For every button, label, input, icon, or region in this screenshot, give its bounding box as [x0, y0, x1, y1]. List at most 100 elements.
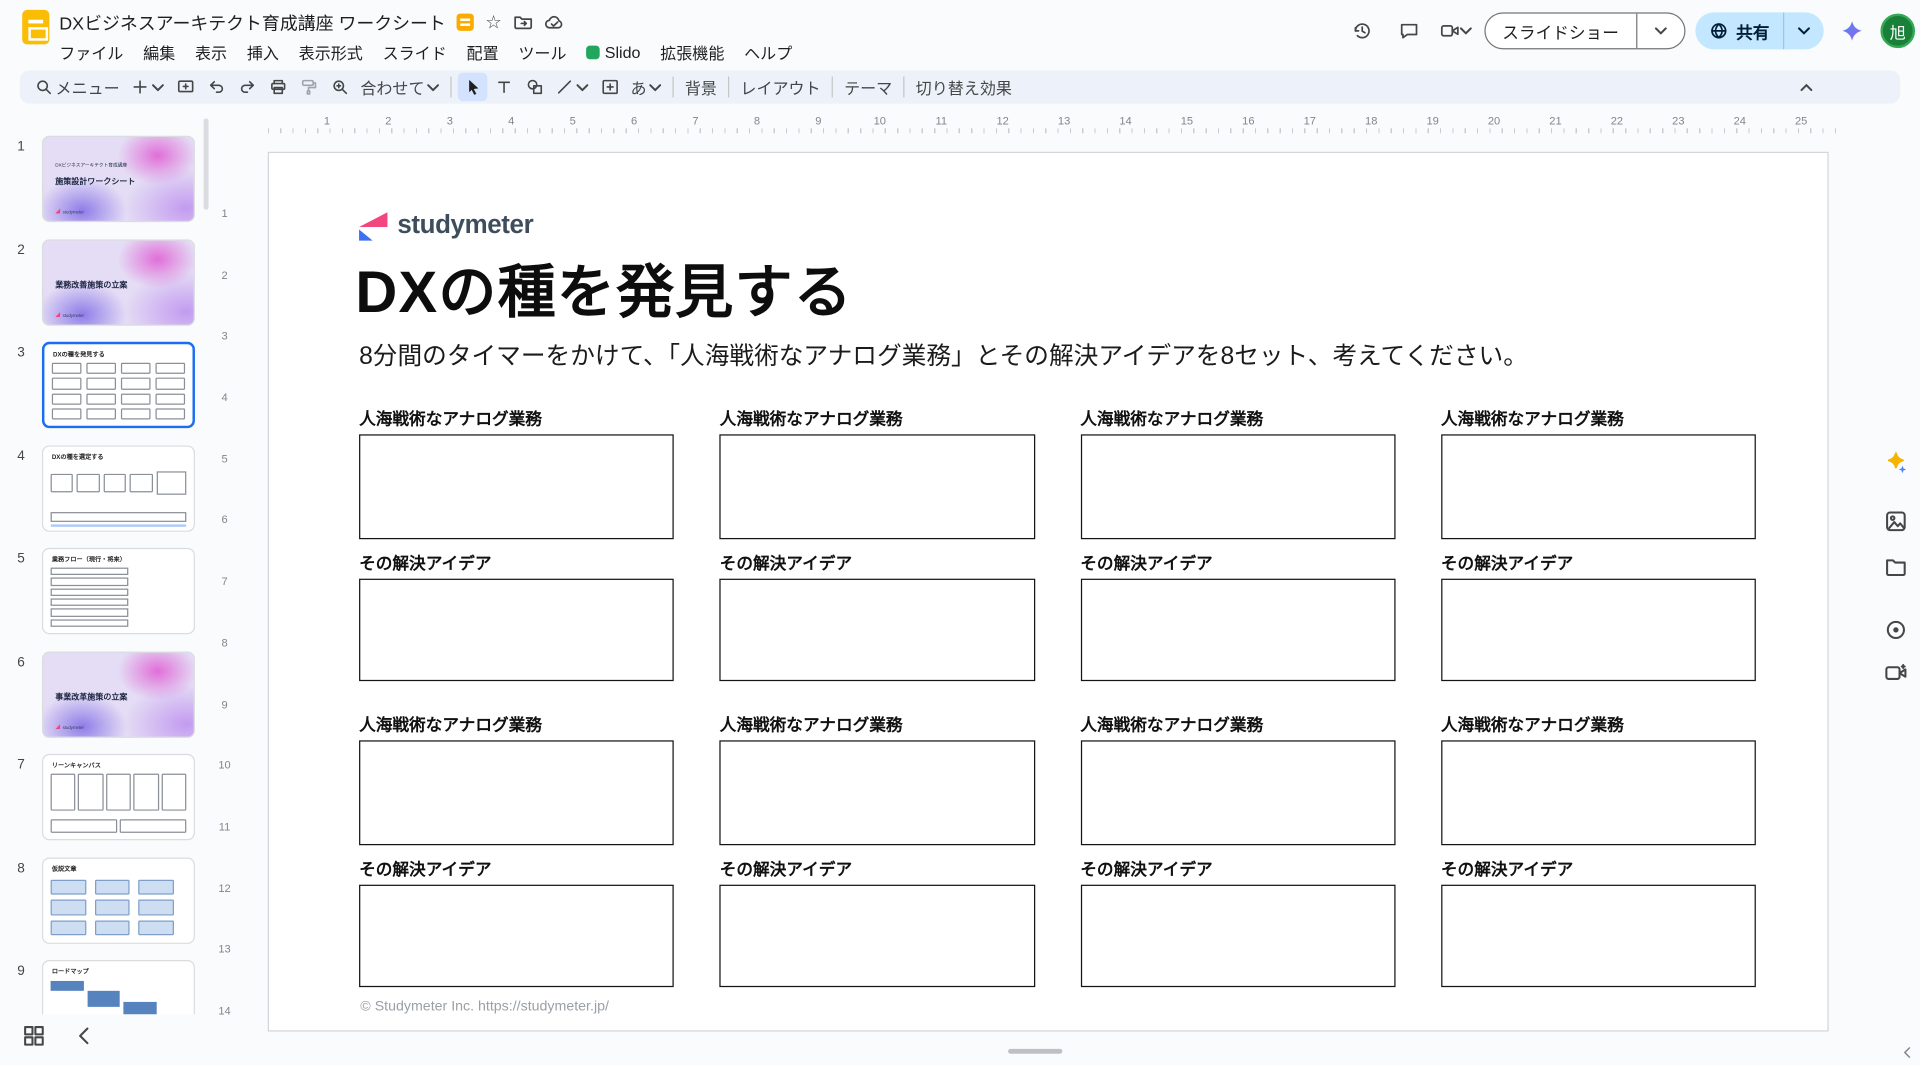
thumbnail-preview[interactable]: 仮説文章	[42, 858, 195, 944]
thumbnail-preview[interactable]: 業務改善施策の立案 studymeter	[42, 239, 195, 325]
collapse-toolbar-button[interactable]	[1792, 73, 1822, 101]
problem-label[interactable]: 人海戦術なアナログ業務	[359, 711, 674, 736]
slide-thumbnail-5[interactable]: 5 業務フロー（現行・将来）	[0, 548, 205, 634]
thumbnail-preview[interactable]: DXビジネスアーキテクト育成講座 施策設計ワークシート studymeter	[42, 136, 195, 222]
share-options-button[interactable]	[1784, 12, 1823, 49]
line-tool-button[interactable]	[550, 73, 593, 101]
slide-thumbnail-1[interactable]: 1 DXビジネスアーキテクト育成講座 施策設計ワークシート studymeter	[0, 136, 205, 222]
idea-input-box[interactable]	[1080, 579, 1395, 681]
redo-button[interactable]	[232, 73, 262, 101]
text-box-tool-button[interactable]	[489, 73, 519, 101]
idea-label[interactable]: その解決アイデア	[359, 549, 674, 574]
menu-tools[interactable]: ツール	[509, 38, 577, 66]
idea-input-box[interactable]	[1080, 885, 1395, 987]
problem-input-box[interactable]	[1441, 434, 1756, 539]
doc-status-badge-icon[interactable]	[457, 14, 474, 31]
select-tool-button[interactable]	[458, 73, 488, 101]
menu-insert[interactable]: 挿入	[237, 38, 289, 66]
idea-input-box[interactable]	[359, 885, 674, 987]
new-slide-button[interactable]	[126, 73, 169, 101]
search-menus-button[interactable]: メニュー	[30, 73, 125, 101]
version-history-button[interactable]	[1343, 12, 1380, 49]
camera-rail-button[interactable]	[1878, 655, 1913, 690]
menu-slido[interactable]: Slido	[576, 41, 650, 64]
menu-view[interactable]: 表示	[185, 38, 237, 66]
insert-image-button[interactable]	[595, 73, 625, 101]
slide-thumbnail-7[interactable]: 7 リーンキャンバス	[0, 754, 205, 840]
idea-label[interactable]: その解決アイデア	[1080, 855, 1395, 880]
problem-input-box[interactable]	[720, 740, 1035, 845]
new-slide-layout-button[interactable]	[170, 73, 200, 101]
paint-format-button[interactable]	[294, 73, 324, 101]
slide-thumbnail-3[interactable]: 3 DXの種を発見する	[0, 342, 205, 428]
slide-thumbnail-6[interactable]: 6 事業改革施策の立案 studymeter	[0, 651, 205, 737]
google-slides-icon[interactable]	[22, 10, 49, 45]
idea-input-box[interactable]	[720, 885, 1035, 987]
problem-label[interactable]: 人海戦術なアナログ業務	[1080, 711, 1395, 736]
zoom-fit-select[interactable]: 合わせて	[355, 73, 444, 101]
menu-edit[interactable]: 編集	[133, 38, 185, 66]
theme-button[interactable]: テーマ	[839, 73, 897, 101]
problem-input-box[interactable]	[1441, 740, 1756, 845]
thumbnail-preview[interactable]: ロードマップ	[42, 960, 195, 1014]
meet-button[interactable]	[1437, 12, 1474, 49]
horizontal-scrollbar[interactable]	[1008, 1049, 1062, 1054]
menu-arrange[interactable]: 配置	[457, 38, 509, 66]
slide-footer[interactable]: © Studymeter Inc. https://studymeter.jp/	[360, 999, 609, 1014]
idea-input-box[interactable]	[359, 579, 674, 681]
thumbnail-preview-selected[interactable]: DXの種を発見する	[42, 342, 195, 428]
menu-help[interactable]: ヘルプ	[734, 38, 802, 66]
slide-thumbnail-9[interactable]: 9 ロードマップ	[0, 960, 205, 1014]
problem-label[interactable]: 人海戦術なアナログ業務	[720, 711, 1035, 736]
background-button[interactable]: 背景	[680, 73, 722, 101]
comments-button[interactable]	[1390, 12, 1427, 49]
insert-image-rail-button[interactable]	[1878, 503, 1913, 538]
idea-label[interactable]: その解決アイデア	[1441, 549, 1756, 574]
avatar[interactable]: 旭	[1880, 14, 1915, 49]
shape-tool-button[interactable]	[520, 73, 550, 101]
menu-slide[interactable]: スライド	[373, 38, 457, 66]
thumbnail-preview[interactable]: 業務フロー（現行・将来）	[42, 548, 195, 634]
idea-label[interactable]: その解決アイデア	[359, 855, 674, 880]
menu-extensions[interactable]: 拡張機能	[650, 38, 734, 66]
idea-label[interactable]: その解決アイデア	[720, 549, 1035, 574]
problem-input-box[interactable]	[720, 434, 1035, 539]
print-button[interactable]	[263, 73, 293, 101]
problem-label[interactable]: 人海戦術なアナログ業務	[1441, 711, 1756, 736]
problem-input-box[interactable]	[359, 434, 674, 539]
undo-button[interactable]	[201, 73, 231, 101]
idea-label[interactable]: その解決アイデア	[1080, 549, 1395, 574]
thumbnail-preview[interactable]: リーンキャンバス	[42, 754, 195, 840]
filmstrip-scrollbar[interactable]	[204, 118, 209, 209]
gemini-button[interactable]	[1834, 12, 1871, 49]
idea-input-box[interactable]	[1441, 579, 1756, 681]
studymeter-logo[interactable]: studymeter	[357, 210, 534, 242]
idea-label[interactable]: その解決アイデア	[1441, 855, 1756, 880]
idea-input-box[interactable]	[720, 579, 1035, 681]
problem-label[interactable]: 人海戦術なアナログ業務	[1441, 405, 1756, 430]
problem-label[interactable]: 人海戦術なアナログ業務	[359, 405, 674, 430]
thumbnail-preview[interactable]: 事業改革施策の立案 studymeter	[42, 651, 195, 737]
problem-label[interactable]: 人海戦術なアナログ業務	[1080, 405, 1395, 430]
input-tools-button[interactable]: あ	[626, 73, 667, 101]
layout-button[interactable]: レイアウト	[735, 73, 825, 101]
thumbnail-preview[interactable]: DXの種を選定する	[42, 445, 195, 531]
problem-label[interactable]: 人海戦術なアナログ業務	[720, 405, 1035, 430]
side-panel-collapse-button[interactable]	[1900, 1044, 1915, 1065]
problem-input-box[interactable]	[1080, 740, 1395, 845]
menu-format[interactable]: 表示形式	[289, 38, 373, 66]
star-icon[interactable]: ☆	[485, 13, 502, 32]
slide-thumbnail-2[interactable]: 2 業務改善施策の立案 studymeter	[0, 239, 205, 325]
slide-thumbnail-4[interactable]: 4 DXの種を選定する	[0, 445, 205, 531]
doc-title[interactable]: DXビジネスアーキテクト育成講座 ワークシート	[59, 9, 446, 35]
transition-button[interactable]: 切り替え効果	[911, 73, 1017, 101]
grid-view-button[interactable]	[22, 1024, 45, 1054]
slide-canvas[interactable]: studymeter DXの種を発見する 8分間のタイマーをかけて、「人海戦術な…	[268, 152, 1829, 1032]
slide-title[interactable]: DXの種を発見する	[355, 244, 853, 329]
slideshow-options-button[interactable]	[1637, 14, 1684, 49]
move-folder-icon[interactable]	[513, 12, 533, 32]
slide-thumbnail-8[interactable]: 8 仮説文章	[0, 858, 205, 944]
drive-rail-button[interactable]	[1878, 549, 1913, 584]
zoom-button[interactable]	[325, 73, 355, 101]
focus-rail-button[interactable]	[1878, 612, 1913, 647]
